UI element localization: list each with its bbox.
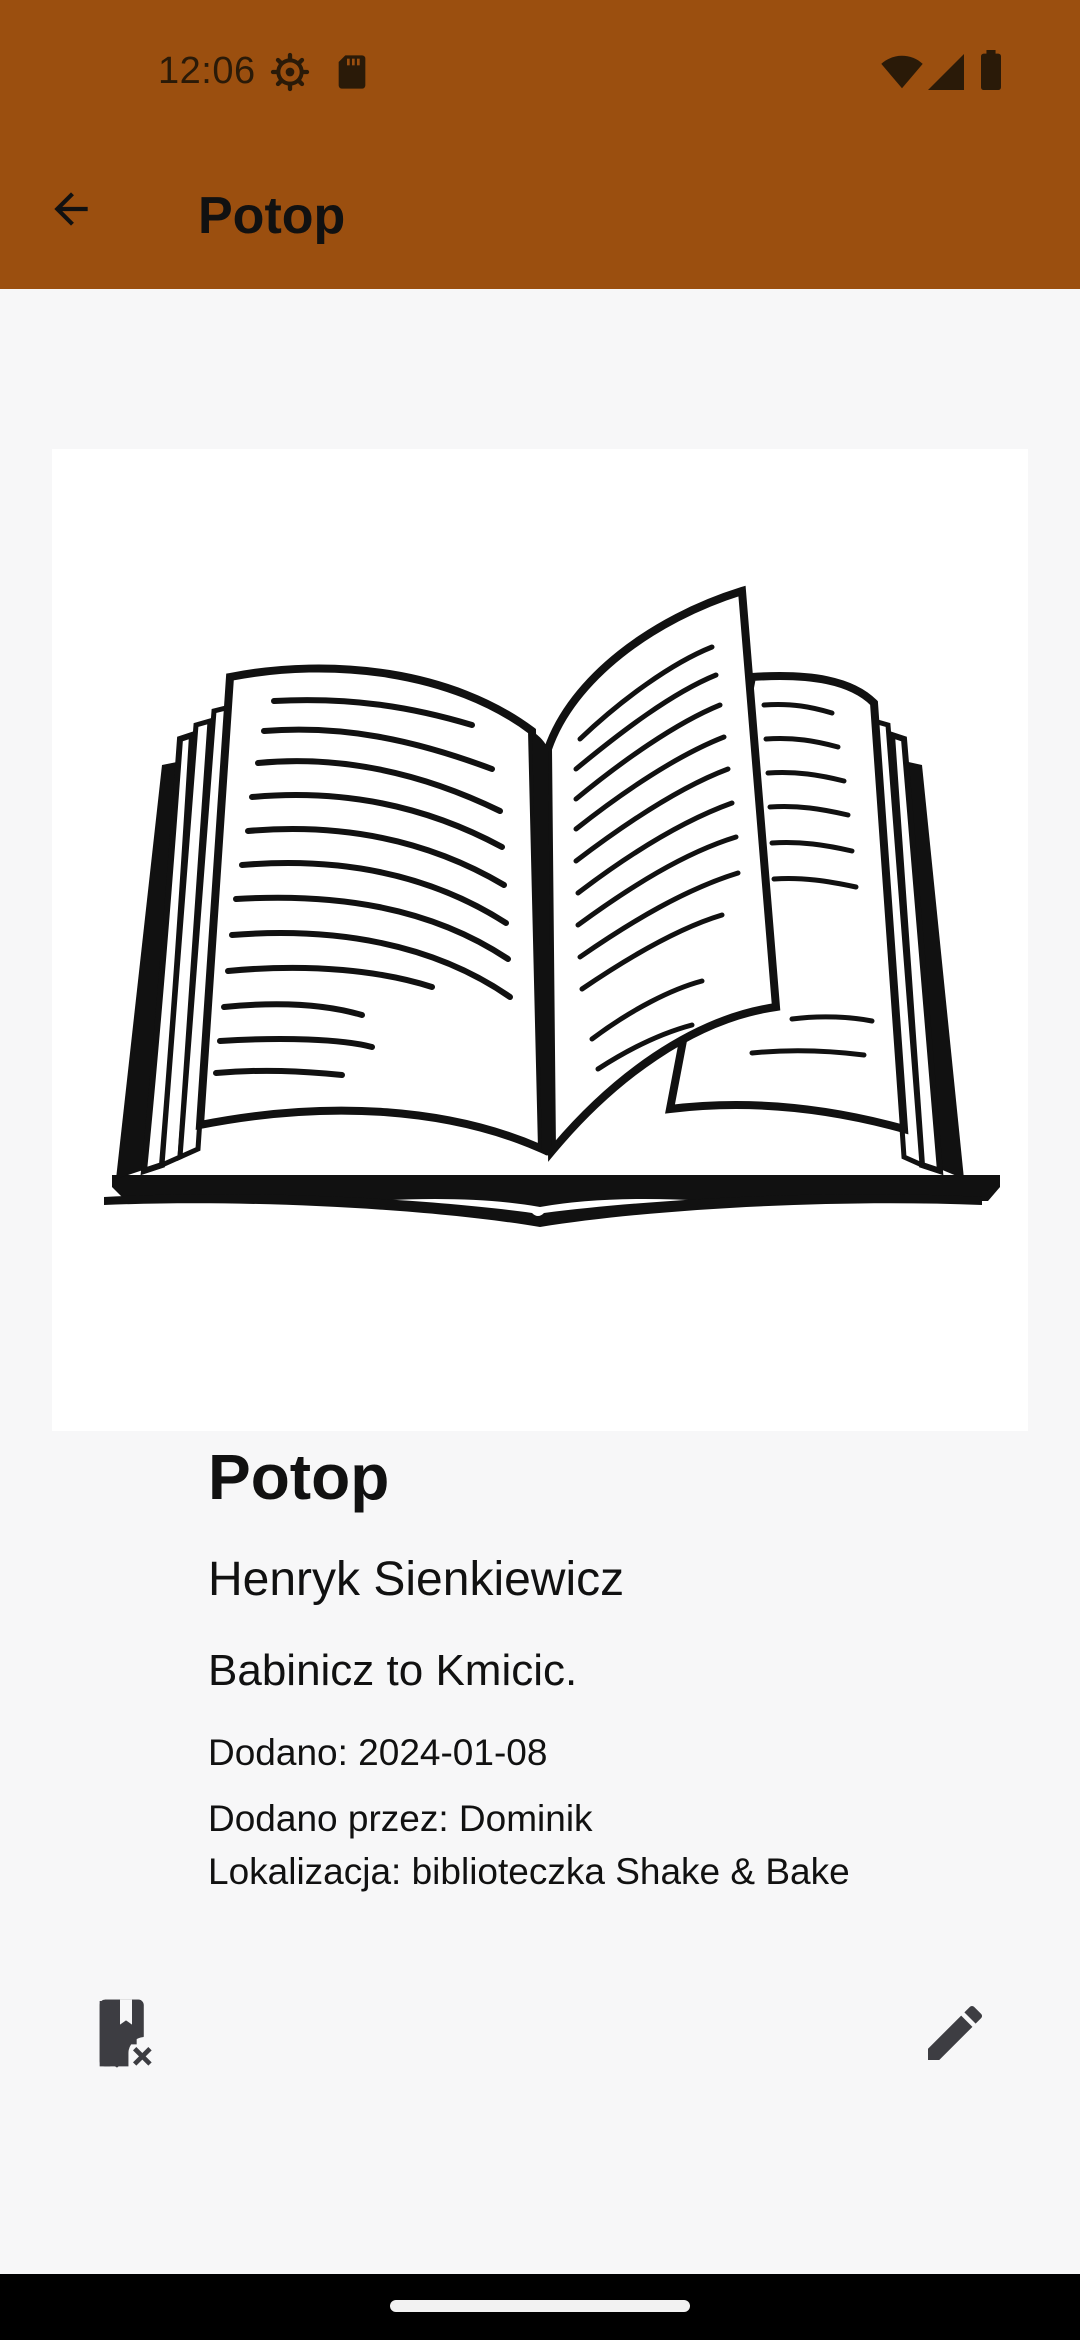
pencil-icon	[919, 1997, 991, 2074]
toolbar: Potop	[0, 160, 1080, 270]
book-description: Babinicz to Kmicic.	[208, 1646, 578, 1695]
arrow-back-icon	[46, 184, 96, 239]
book-cover-image	[52, 449, 1028, 1431]
book-added-by: Dodano przez: Dominik	[208, 1798, 593, 1839]
toolbar-title: Potop	[198, 187, 346, 245]
status-bar: 12:06	[0, 0, 1080, 140]
bookmark-remove-icon	[85, 1993, 165, 2078]
book-added-date: Dodano: 2024-01-08	[208, 1732, 548, 1773]
open-book-illustration	[104, 585, 1000, 1227]
wifi-icon	[880, 54, 924, 95]
battery-icon	[980, 50, 1002, 95]
app-bar: 12:06 Potop	[0, 0, 1080, 289]
home-indicator[interactable]	[390, 2300, 690, 2312]
signal-icon	[928, 54, 964, 95]
remove-book-button[interactable]	[70, 1980, 180, 2090]
book-location: Lokalizacja: biblioteczka Shake & Bake	[208, 1851, 850, 1892]
book-title: Potop	[208, 1441, 390, 1513]
book-author: Henryk Sienkiewicz	[208, 1553, 625, 1606]
back-button[interactable]	[30, 170, 112, 252]
sd-card-icon	[334, 52, 370, 97]
edit-book-button[interactable]	[900, 1980, 1010, 2090]
status-time: 12:06	[158, 50, 256, 92]
system-navigation-bar	[0, 2274, 1080, 2340]
settings-icon	[270, 52, 310, 97]
